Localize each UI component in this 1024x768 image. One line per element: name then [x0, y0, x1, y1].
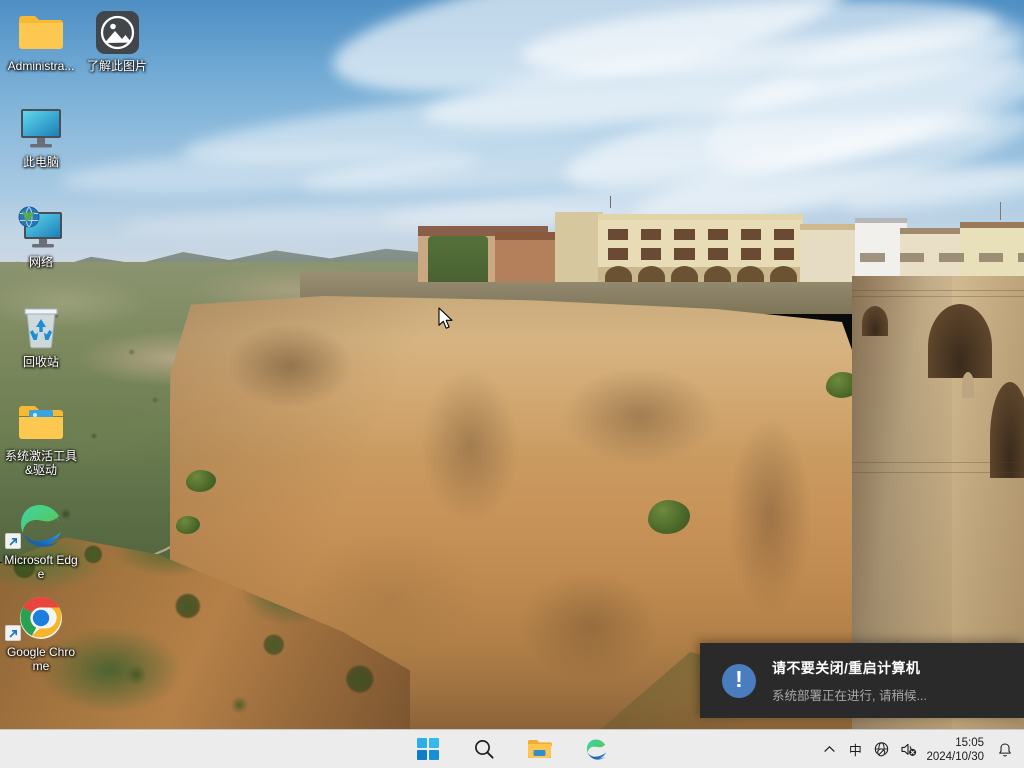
bridge-arch: [862, 306, 888, 336]
learn-about-this-picture-icon: [78, 8, 156, 56]
clock-date: 2024/10/30: [926, 750, 984, 764]
folder-icon: [527, 738, 553, 760]
desktop-icon-network[interactable]: 网络: [2, 204, 80, 269]
bridge-pinnacle: [962, 372, 974, 398]
google-chrome-icon: [2, 594, 80, 642]
recycle-bin-icon: [2, 304, 80, 352]
desktop-icon-learn-about-this-picture[interactable]: 了解此图片: [78, 8, 156, 73]
shortcut-badge-icon: [5, 533, 21, 549]
globe-no-internet-icon: [873, 741, 890, 758]
desktop-icon-label: 了解此图片: [78, 59, 156, 73]
network-icon: [2, 204, 80, 252]
desktop-icon-label: 此电脑: [2, 155, 80, 169]
wallpaper-town-buildings: [400, 196, 1024, 282]
search-icon: [473, 738, 495, 760]
desktop-icon-label: Microsoft Edge: [2, 553, 80, 581]
desktop-screen: Administra... 了解此图片: [0, 0, 1024, 768]
folder-icon: [2, 8, 80, 56]
desktop-icon-label: 回收站: [2, 355, 80, 369]
desktop-icon-recycle-bin[interactable]: 回收站: [2, 304, 80, 369]
this-pc-icon: [2, 104, 80, 152]
desktop-icon-google-chrome[interactable]: Google Chrome: [2, 594, 80, 673]
desktop-icon-this-pc[interactable]: 此电脑: [2, 104, 80, 169]
notification-title: 请不要关闭/重启计算机: [772, 658, 927, 678]
exclamation-icon: !: [722, 664, 756, 698]
search-button[interactable]: [464, 731, 504, 767]
notifications-button[interactable]: [992, 732, 1018, 768]
desktop-wallpaper: [0, 0, 1024, 729]
desktop-icon-label: Google Chrome: [2, 645, 80, 673]
bell-icon: [997, 742, 1013, 758]
desktop-icon-activation-tools[interactable]: 系统激活工具&驱动: [2, 398, 80, 477]
network-button[interactable]: [868, 732, 895, 768]
notification-subtitle: 系统部署正在进行, 请稍候...: [772, 685, 927, 704]
clock-time: 15:05: [926, 736, 984, 750]
taskbar-clock[interactable]: 15:05 2024/10/30: [922, 736, 992, 764]
speaker-muted-icon: [900, 741, 917, 758]
folder-pictures-icon: [2, 398, 80, 446]
desktop-icon-microsoft-edge[interactable]: Microsoft Edge: [2, 502, 80, 581]
volume-button[interactable]: [895, 732, 922, 768]
chevron-up-icon: [823, 743, 836, 756]
file-explorer-button[interactable]: [520, 731, 560, 767]
desktop-icon-label: 网络: [2, 255, 80, 269]
deployment-notification-toast[interactable]: ! 请不要关闭/重启计算机 系统部署正在进行, 请稍候...: [700, 643, 1024, 718]
desktop-icon-administrator[interactable]: Administra...: [2, 8, 80, 73]
edge-taskbar-button[interactable]: [576, 731, 616, 767]
shortcut-badge-icon: [5, 625, 21, 641]
desktop-icon-label: Administra...: [2, 59, 80, 73]
ime-indicator[interactable]: 中: [842, 732, 868, 768]
microsoft-edge-icon: [2, 502, 80, 550]
ime-label: 中: [849, 740, 862, 759]
desktop-icon-label: 系统激活工具&驱动: [2, 449, 80, 477]
taskbar: 中: [0, 729, 1024, 768]
start-button[interactable]: [408, 731, 448, 767]
tray-overflow-button[interactable]: [816, 732, 842, 768]
